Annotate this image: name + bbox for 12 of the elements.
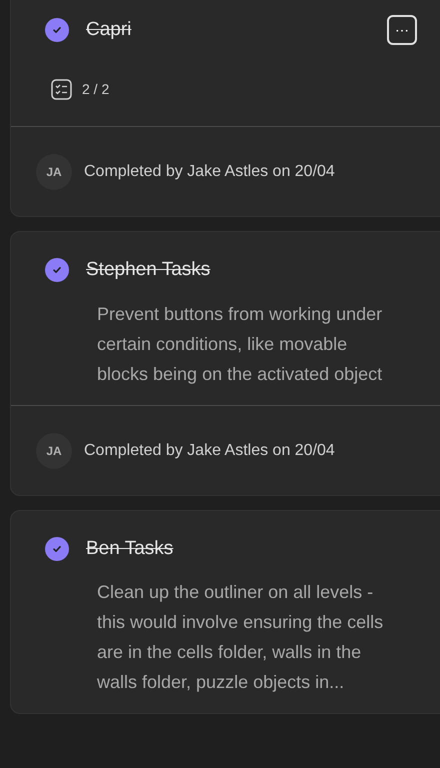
user-avatar: JA bbox=[36, 432, 72, 468]
checklist-count: 2 / 2 bbox=[82, 80, 110, 99]
completed-by-text: Completed by Jake Astles on 20/04 bbox=[84, 440, 335, 460]
task-description: Clean up the outliner on all levels - this would involve ensuring the cells are in the cells folder, walls in the walls folder, puzzle objects in... bbox=[97, 581, 384, 694]
more-button[interactable]: ⋯ bbox=[387, 15, 417, 45]
checklist-icon bbox=[51, 79, 72, 100]
task-title: Ben Tasks bbox=[86, 536, 174, 560]
task-title: Stephen Tasks bbox=[86, 258, 210, 282]
task-title: Capri bbox=[86, 18, 132, 42]
user-avatar: JA bbox=[36, 154, 72, 190]
task-description: Prevent buttons from working under certain conditions, like movable blocks being on the activated object bbox=[97, 302, 384, 386]
completed-by-text: Completed by Jake Astles on 20/04 bbox=[84, 162, 335, 182]
